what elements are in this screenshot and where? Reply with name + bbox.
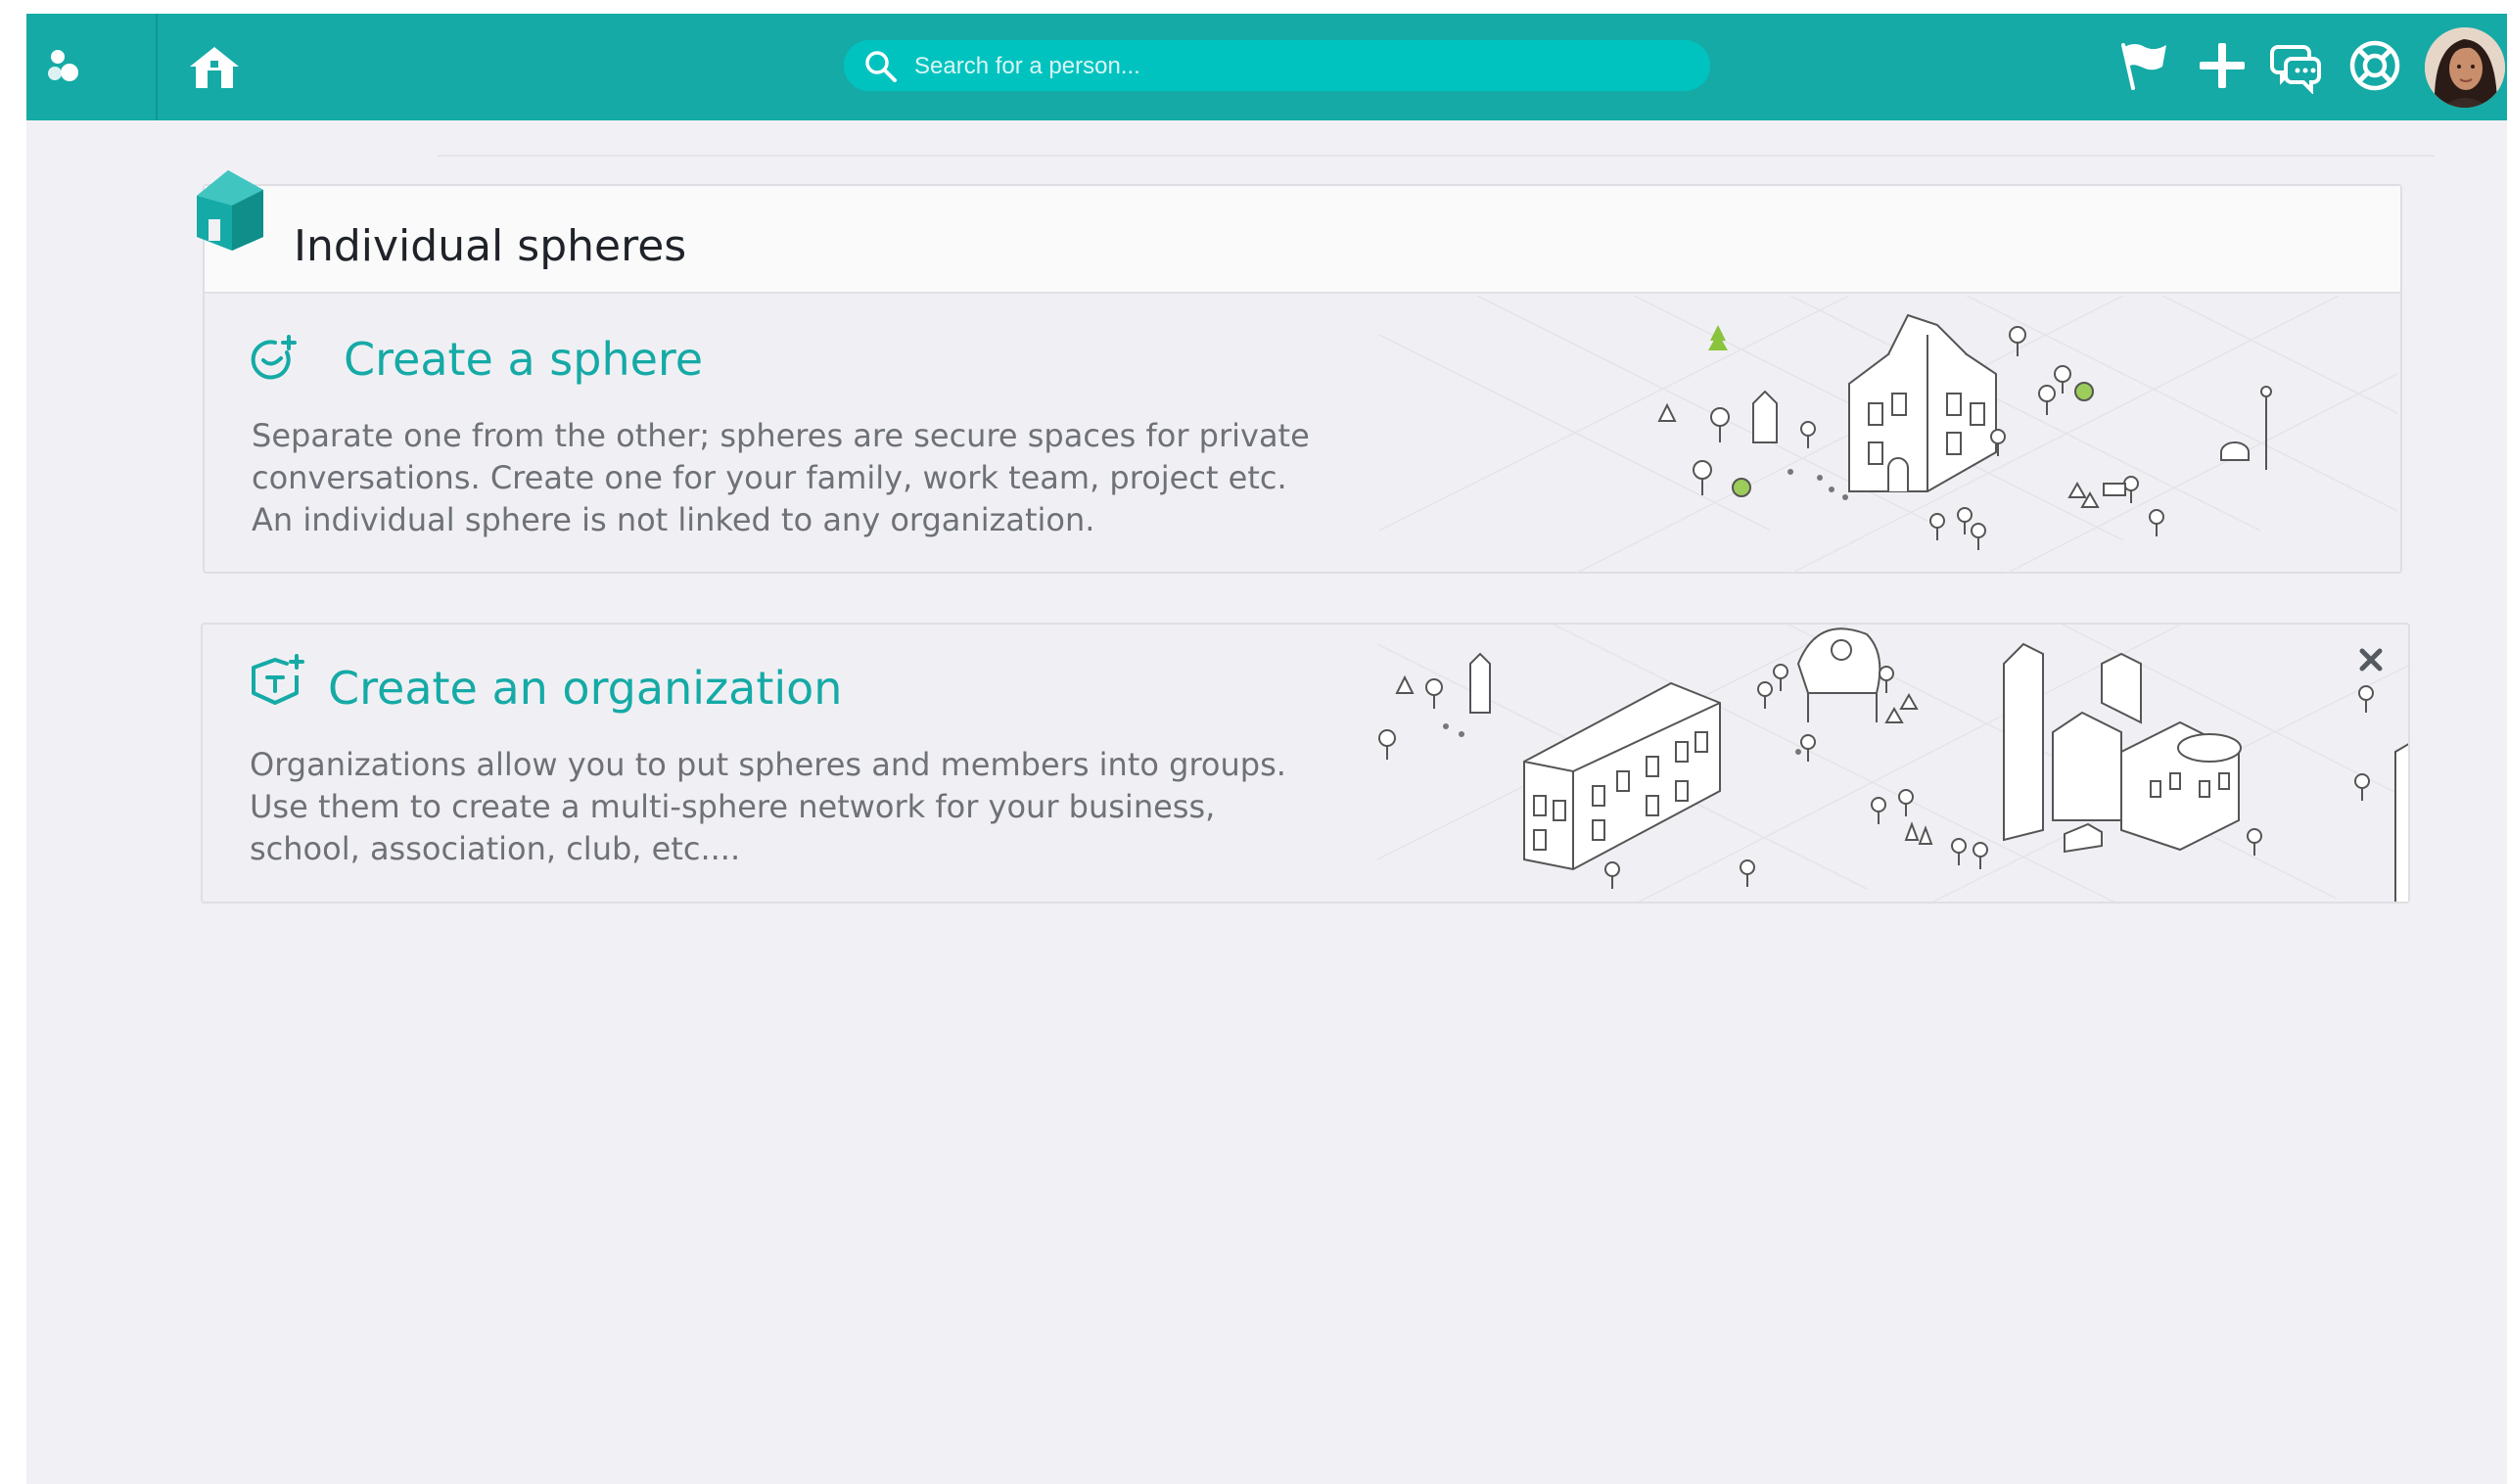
create-organization-description: Organizations allow you to put spheres a… xyxy=(250,744,1286,870)
description-line: An individual sphere is not linked to an… xyxy=(252,501,1095,538)
create-organization-icon xyxy=(252,654,304,705)
app-window: Individual spheres Create a sphere Separ… xyxy=(26,14,2507,1484)
description-line: Organizations allow you to put spheres a… xyxy=(250,746,1286,783)
plus-icon[interactable] xyxy=(2194,37,2251,94)
section-title: Individual spheres xyxy=(294,221,687,271)
create-sphere-icon xyxy=(251,335,297,380)
search-input[interactable] xyxy=(912,40,1690,93)
description-line: conversations. Create one for your famil… xyxy=(252,459,1287,496)
description-line: Use them to create a multi-sphere networ… xyxy=(250,788,1216,825)
chat-icon[interactable] xyxy=(2268,37,2325,94)
logo-icon[interactable] xyxy=(46,47,89,90)
section-header: Individual spheres xyxy=(205,186,2400,294)
create-sphere-description: Separate one from the other; spheres are… xyxy=(252,415,1310,541)
house-icon xyxy=(197,170,263,251)
help-lifebuoy-icon[interactable] xyxy=(2346,37,2403,94)
create-organization-link[interactable]: Create an organization xyxy=(328,662,842,715)
search-bar[interactable] xyxy=(844,40,1710,93)
create-organization-card: Create an organization Organizations all… xyxy=(201,623,2410,904)
user-avatar[interactable] xyxy=(2425,27,2505,108)
description-line: Separate one from the other; spheres are… xyxy=(252,417,1310,454)
organization-city-illustration xyxy=(1377,625,2408,902)
flag-icon[interactable] xyxy=(2115,37,2172,94)
divider-line xyxy=(438,155,2435,157)
top-navigation-bar xyxy=(26,14,2507,120)
search-icon xyxy=(865,51,897,82)
description-line: school, association, club, etc.... xyxy=(250,830,741,867)
home-icon[interactable] xyxy=(186,43,243,92)
sphere-town-illustration xyxy=(1379,296,2397,574)
nav-divider xyxy=(156,14,158,120)
individual-spheres-card: Individual spheres Create a sphere Separ… xyxy=(203,184,2402,574)
close-icon[interactable] xyxy=(2355,644,2387,675)
create-sphere-link[interactable]: Create a sphere xyxy=(344,333,703,386)
